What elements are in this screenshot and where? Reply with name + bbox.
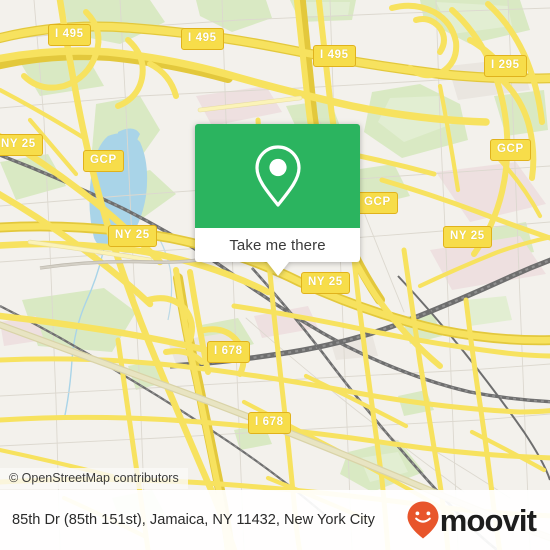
moovit-logo[interactable]: moovit <box>406 500 537 540</box>
take-me-there-label: Take me there <box>229 236 326 254</box>
address-text: 85th Dr (85th 151st), Jamaica, NY 11432,… <box>12 511 375 528</box>
screenshot-root: .rd { fill:none; stroke:#f7e25f; stroke-… <box>0 0 550 550</box>
shield-gcp-a[interactable]: GCP <box>83 150 124 172</box>
footer-bar: 85th Dr (85th 151st), Jamaica, NY 11432,… <box>0 490 550 550</box>
shield-i495-a[interactable]: I 495 <box>48 24 91 46</box>
shield-i678-a[interactable]: I 678 <box>207 341 250 363</box>
osm-attribution[interactable]: © OpenStreetMap contributors <box>0 468 188 489</box>
shield-i495-b[interactable]: I 495 <box>181 28 224 50</box>
shield-gcp-b[interactable]: GCP <box>490 139 531 161</box>
popup-green-header <box>195 124 360 228</box>
shield-i495-c[interactable]: I 495 <box>313 45 356 67</box>
map-pin-icon <box>254 145 301 207</box>
location-popup-card[interactable]: Take me there <box>195 124 360 276</box>
shield-ny25-b[interactable]: NY 25 <box>108 225 157 247</box>
shield-ny25-a[interactable]: NY 25 <box>0 134 43 156</box>
take-me-there-button[interactable]: Take me there <box>195 228 360 262</box>
popup-pointer-tail <box>266 262 289 276</box>
shield-gcp-c[interactable]: GCP <box>357 192 398 214</box>
moovit-wordmark: moovit <box>439 502 537 538</box>
moovit-smiley-pin-icon <box>407 501 439 539</box>
shield-ny25-d[interactable]: NY 25 <box>301 272 350 294</box>
shield-i678-b[interactable]: I 678 <box>248 412 291 434</box>
shield-ny25-c[interactable]: NY 25 <box>443 226 492 248</box>
shield-i295[interactable]: I 295 <box>484 55 527 77</box>
